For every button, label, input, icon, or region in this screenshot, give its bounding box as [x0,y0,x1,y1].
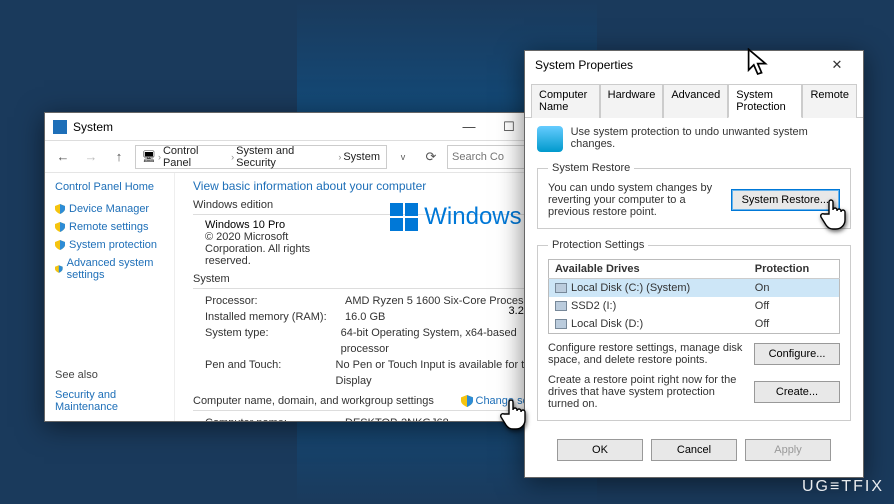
system-icon [53,120,67,134]
sidebar-link-device-manager[interactable]: Device Manager [55,203,164,215]
drive-icon [555,301,567,311]
create-button[interactable]: Create... [754,381,840,403]
minimize-button[interactable]: — [449,114,489,140]
crumb[interactable]: System and Security [236,145,336,169]
drives-col-prot: Protection [749,260,840,279]
address-bar: ← → ↑ 🖥 › Control Panel › System and Sec… [45,141,573,173]
drives-col-name: Available Drives [549,260,749,279]
sidebar-link-remote-settings[interactable]: Remote settings [55,221,164,233]
cancel-button[interactable]: Cancel [651,439,737,461]
tab-strip: Computer Name Hardware Advanced System P… [525,79,863,118]
see-also-link[interactable]: Security and Maintenance [55,389,164,413]
create-text: Create a restore point right now for the… [548,374,746,410]
forward-button[interactable]: → [79,145,103,169]
value-computer-name: DESKTOP-2NKGJ68 [345,415,449,421]
tab-advanced[interactable]: Advanced [663,84,728,118]
drives-table: Available Drives Protection Local Disk (… [548,259,840,334]
apply-button[interactable]: Apply [745,439,831,461]
props-titlebar: System Properties ✕ [525,51,863,79]
configure-text: Configure restore settings, manage disk … [548,342,746,366]
pc-icon: 🖥 [142,150,156,163]
label-processor: Processor: [205,293,345,309]
sidebar-link-advanced-settings[interactable]: Advanced system settings [55,257,164,281]
label-pen: Pen and Touch: [205,357,336,389]
restore-text: You can undo system changes by reverting… [548,182,723,218]
system-restore-group: System Restore You can undo system chang… [537,162,851,229]
sidebar-header: Control Panel Home [55,181,164,193]
back-button[interactable]: ← [51,145,75,169]
props-title: System Properties [535,58,817,72]
restore-legend: System Restore [548,162,634,174]
drive-row[interactable]: SSD2 (I:)Off [549,297,840,315]
protection-settings-group: Protection Settings Available Drives Pro… [537,239,851,421]
crumb[interactable]: System [343,151,380,163]
dropdown-icon[interactable]: v [391,145,415,169]
drive-row[interactable]: Local Disk (C:) (System)On [549,279,840,298]
tab-remote[interactable]: Remote [802,84,857,118]
drive-icon [555,283,567,293]
content-pane: View basic information about your comput… [175,173,573,421]
refresh-button[interactable]: ⟳ [419,145,443,169]
crumb[interactable]: Control Panel [163,145,229,169]
titlebar: System — ☐ ✕ [45,113,573,141]
value-ram: 16.0 GB [345,309,385,325]
tab-hardware[interactable]: Hardware [600,84,664,118]
tab-system-protection[interactable]: System Protection [728,84,802,118]
protection-icon [537,126,563,152]
label-systype: System type: [205,325,341,357]
copyright-text: © 2020 Microsoft Corporation. All rights… [205,231,325,267]
watermark: UG≡TFIX [802,478,884,496]
group-system: System [193,273,561,285]
maximize-button[interactable]: ☐ [489,114,529,140]
system-properties-window: System Properties ✕ Computer Name Hardwa… [524,50,864,478]
breadcrumb[interactable]: 🖥 › Control Panel › System and Security … [135,145,387,169]
protection-legend: Protection Settings [548,239,648,251]
sidebar-link-system-protection[interactable]: System protection [55,239,164,251]
props-close-button[interactable]: ✕ [817,52,857,78]
system-window: System — ☐ ✕ ← → ↑ 🖥 › Control Panel › S… [44,112,574,422]
tab-computer-name[interactable]: Computer Name [531,84,600,118]
page-title: View basic information about your comput… [193,179,561,193]
ok-button[interactable]: OK [557,439,643,461]
label-ram: Installed memory (RAM): [205,309,345,325]
drive-row[interactable]: Local Disk (D:)Off [549,315,840,334]
sidebar: Control Panel Home Device Manager Remote… [45,173,175,421]
up-button[interactable]: ↑ [107,145,131,169]
drive-icon [555,319,567,329]
window-title: System [73,120,449,134]
see-also-header: See also [55,369,164,381]
configure-button[interactable]: Configure... [754,343,840,365]
system-restore-button[interactable]: System Restore... [731,189,840,211]
label-computer-name: Computer name: [205,415,345,421]
intro-text: Use system protection to undo unwanted s… [571,126,851,150]
